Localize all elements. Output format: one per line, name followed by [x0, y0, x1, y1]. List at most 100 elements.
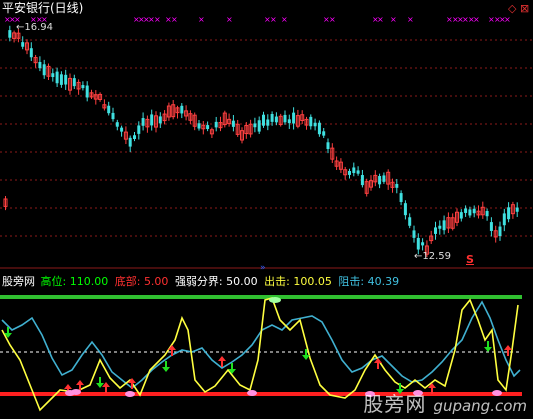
indicator-item-attack: 出击: 100.05 — [264, 275, 332, 288]
candle-body — [42, 64, 46, 76]
candle-body — [141, 118, 145, 126]
candle-body — [421, 242, 425, 246]
low-price-value: 12.59 — [422, 251, 452, 262]
candle-body — [180, 105, 184, 114]
candle-body — [408, 217, 412, 226]
indicator-name: 股旁网 — [2, 275, 35, 288]
candle-body — [120, 127, 124, 132]
indicator-item-high: 高位: 110.00 — [40, 275, 109, 288]
magenta-mark: × — [281, 15, 288, 24]
candle-body — [214, 121, 218, 128]
close-icon[interactable]: ⊠ — [520, 3, 529, 15]
candle-body — [464, 208, 468, 213]
green-top-marker — [269, 297, 281, 303]
magenta-mark: × — [154, 15, 161, 24]
candle-body — [85, 85, 89, 98]
candlestick-series — [3, 25, 519, 258]
candle-body — [287, 119, 291, 124]
candle-body — [395, 183, 399, 188]
magenta-mark: × — [390, 15, 397, 24]
candle-body — [356, 170, 360, 174]
candle-body — [38, 61, 42, 69]
indicator-item-divide: 强弱分界: 50.00 — [174, 275, 258, 288]
candle-body — [51, 73, 55, 78]
pink-bottom-marker — [247, 390, 257, 396]
candle-body — [253, 123, 257, 128]
candle-body — [442, 220, 446, 231]
candle-body — [352, 167, 356, 174]
candle-body — [283, 114, 287, 123]
candle-body — [55, 71, 59, 84]
candle-body — [416, 237, 420, 250]
candle-body — [309, 116, 313, 127]
indicator-item-bottom: 底部: 5.00 — [114, 275, 169, 288]
indicator-header: 股旁网 高位: 110.00 底部: 5.00 强弱分界: 50.00 出击: … — [2, 275, 399, 288]
scroll-up-icon[interactable]: ◇ — [508, 3, 516, 15]
candle-body — [348, 170, 351, 175]
magenta-mark: × — [473, 15, 480, 24]
candle-body — [360, 175, 364, 186]
candle-body — [81, 85, 85, 89]
price-gridlines — [0, 39, 533, 237]
scroll-right-icon[interactable]: » — [260, 262, 266, 275]
candle-body — [197, 123, 201, 129]
candle-body — [472, 208, 476, 214]
candle-body — [158, 116, 162, 124]
candle-body — [8, 30, 12, 38]
sell-signal-marker: S — [466, 253, 474, 266]
candle-body — [111, 112, 115, 120]
magenta-mark: × — [198, 15, 205, 24]
watermark-url: gupang.com — [433, 397, 527, 415]
candle-body — [438, 225, 442, 229]
block-line — [1, 300, 521, 390]
candle-body — [64, 74, 68, 85]
magenta-mark: × — [377, 15, 384, 24]
magenta-mark: × — [226, 15, 233, 24]
magenta-mark: × — [329, 15, 336, 24]
pink-bottom-marker — [71, 389, 81, 395]
high-price-label: ←16.94 — [16, 22, 54, 33]
candle-body — [489, 222, 493, 231]
candle-body — [231, 120, 235, 127]
candle-body — [459, 212, 463, 219]
candle-body — [313, 122, 317, 127]
chart-canvas: ××× × ×× ×××× × × × × × × × × × × ×× × × × ××× ×× × ××× — [0, 15, 533, 412]
candle-body — [322, 131, 326, 136]
candle-body — [485, 210, 489, 217]
candle-body — [262, 114, 265, 126]
candle-body — [128, 137, 132, 147]
candle-body — [270, 114, 274, 122]
candle-body — [137, 125, 141, 134]
chart-title: 平安银行(日线) — [2, 1, 84, 15]
candle-body — [107, 105, 111, 114]
candle-body — [498, 226, 502, 237]
magenta-mark: × — [504, 15, 511, 24]
magenta-marks-row: ××× × ×× ×××× × × × × × × × × × × ×× × × × ××× ×× × ××× — [4, 15, 511, 24]
candle-body — [115, 122, 119, 127]
candle-body — [72, 78, 76, 87]
watermark: 股旁网 gupang.com — [363, 388, 527, 417]
candle-body — [59, 74, 63, 85]
magenta-mark: × — [407, 15, 414, 24]
watermark-cn: 股旁网 — [363, 392, 427, 416]
magenta-mark: × — [270, 15, 277, 24]
green-down-arrow-icon — [162, 361, 170, 372]
candle-body — [150, 114, 154, 126]
indicator-item-block: 阻击: 40.39 — [338, 275, 400, 288]
candle-body — [266, 119, 270, 126]
green-down-arrow-icon — [484, 341, 492, 352]
candle-body — [133, 135, 136, 139]
candle-body — [21, 42, 25, 47]
candle-body — [403, 203, 407, 216]
candle-body — [317, 122, 321, 135]
candle-body — [382, 175, 386, 182]
low-price-label: ←12.59 — [414, 251, 452, 262]
candle-body — [515, 207, 519, 212]
candle-body — [434, 227, 437, 234]
candle-body — [29, 48, 33, 58]
pink-bottom-marker — [125, 391, 135, 397]
candle-body — [274, 116, 278, 123]
candle-body — [292, 112, 296, 124]
candle-body — [502, 213, 506, 226]
candle-body — [378, 176, 382, 185]
